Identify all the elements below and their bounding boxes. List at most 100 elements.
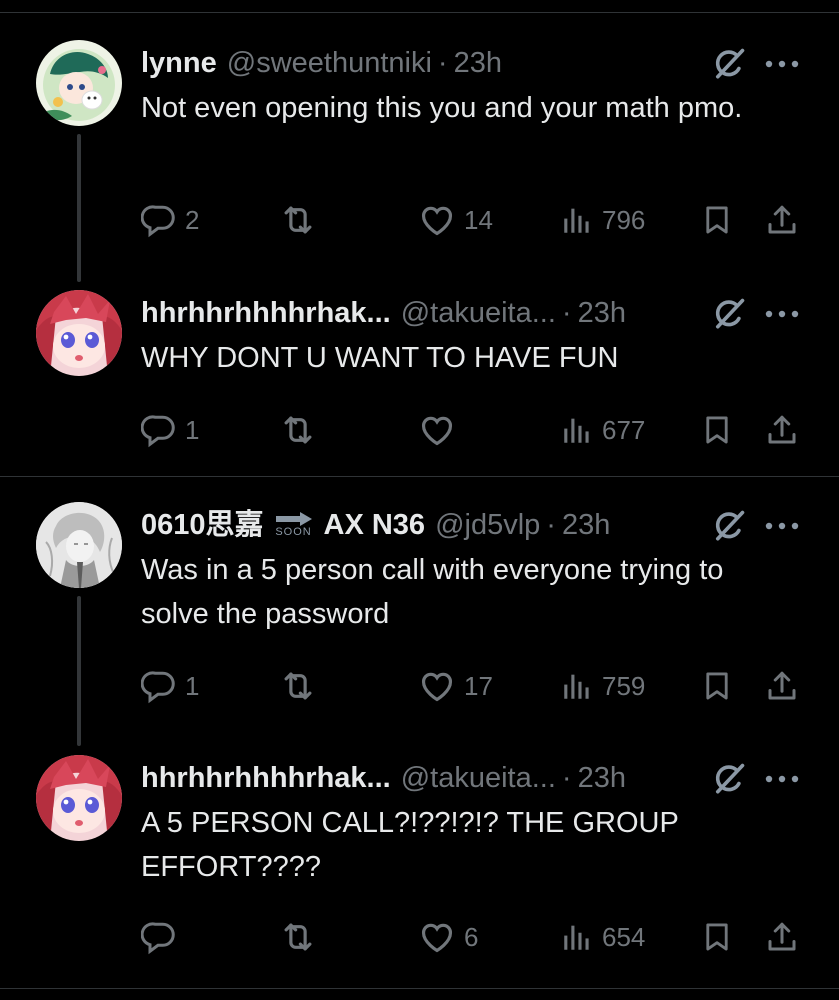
user-handle[interactable]: @sweethuntniki [227, 46, 432, 80]
separator-dot: · [561, 297, 572, 329]
grok-icon[interactable] [711, 508, 747, 544]
reply-button[interactable]: 1 [141, 410, 199, 450]
share-button[interactable] [764, 200, 800, 240]
share-icon [764, 202, 800, 238]
reply-icon [141, 668, 177, 704]
green-haired-character-avatar [36, 40, 122, 126]
like-count: 14 [464, 204, 493, 235]
post-time[interactable]: 23h [578, 296, 626, 330]
share-button[interactable] [764, 410, 800, 450]
more-options-icon[interactable] [765, 310, 799, 318]
avatar[interactable] [36, 290, 122, 376]
views-icon [560, 920, 594, 954]
post-header: 0610思嘉 SOON AX N36 @jd5vlp · 23h [141, 508, 610, 542]
views-icon [560, 413, 594, 447]
bookmark-button[interactable] [700, 666, 734, 706]
reply-count: 2 [185, 204, 200, 235]
repost-button[interactable] [279, 410, 325, 450]
display-name[interactable]: hhrhhrhhhhrhak... [141, 761, 391, 795]
reply-icon [141, 412, 177, 448]
separator-dot: · [561, 762, 572, 794]
reply-button[interactable]: 2 [141, 200, 199, 240]
share-button[interactable] [764, 917, 800, 957]
post-header: lynne @sweethuntniki · 23h [141, 46, 502, 80]
bookmark-button[interactable] [700, 200, 734, 240]
grok-icon[interactable] [711, 46, 747, 82]
like-button[interactable] [418, 410, 464, 450]
display-name-part-2[interactable]: AX N36 [324, 508, 426, 542]
reply-button[interactable] [141, 917, 185, 957]
heart-icon [418, 667, 456, 705]
display-name[interactable]: lynne [141, 46, 217, 80]
reply-button[interactable]: 1 [141, 666, 199, 706]
thread-divider [0, 476, 839, 477]
post-text: Was in a 5 person call with everyone try… [141, 554, 724, 630]
user-handle[interactable]: @jd5vlp [435, 508, 540, 542]
separator-dot: · [546, 509, 556, 541]
top-divider [0, 12, 839, 13]
grok-icon[interactable] [711, 296, 747, 332]
views-icon [560, 203, 594, 237]
views-button[interactable]: 796 [560, 200, 645, 240]
repost-icon [279, 201, 317, 239]
more-options-icon[interactable] [765, 522, 799, 530]
repost-icon [279, 918, 317, 956]
repost-button[interactable] [279, 200, 325, 240]
avatar[interactable] [36, 755, 122, 841]
repost-button[interactable] [279, 917, 325, 957]
heart-icon [418, 411, 456, 449]
post-text: A 5 PERSON CALL?!??!?!? THE GROUP EFFORT… [141, 807, 679, 883]
avatar[interactable] [36, 502, 122, 588]
view-count: 654 [602, 921, 646, 952]
repost-button[interactable] [279, 666, 325, 706]
share-icon [764, 668, 800, 704]
views-button[interactable]: 654 [560, 917, 645, 957]
avatar[interactable] [36, 40, 122, 126]
share-icon [764, 412, 800, 448]
more-options-icon[interactable] [765, 60, 799, 68]
heart-icon [418, 201, 456, 239]
repost-icon [279, 667, 317, 705]
heart-icon [418, 918, 456, 956]
more-options-icon[interactable] [765, 775, 799, 783]
view-count: 759 [602, 670, 646, 701]
red-haired-anime-girl-avatar [36, 755, 122, 841]
post-time[interactable]: 23h [562, 508, 610, 542]
views-button[interactable]: 759 [560, 666, 645, 706]
action-bar: 1 677 [0, 410, 839, 450]
view-count: 796 [602, 204, 646, 235]
grok-icon[interactable] [711, 761, 747, 797]
post-text: WHY DONT U WANT TO HAVE FUN [141, 342, 619, 374]
display-name-part-1[interactable]: 0610思嘉 [141, 508, 264, 542]
like-button[interactable]: 14 [418, 200, 493, 240]
bookmark-icon [700, 920, 734, 954]
user-handle[interactable]: @takueita... [401, 296, 556, 330]
bookmark-button[interactable] [700, 410, 734, 450]
like-button[interactable]: 6 [418, 917, 478, 957]
post-time[interactable]: 23h [454, 46, 502, 80]
display-name[interactable]: hhrhhrhhhhrhak... [141, 296, 391, 330]
views-icon [560, 669, 594, 703]
views-button[interactable]: 677 [560, 410, 645, 450]
repost-icon [279, 411, 317, 449]
like-count: 6 [464, 921, 479, 952]
soon-label: SOON [275, 526, 312, 538]
arrow-right-icon [275, 512, 312, 526]
like-count: 17 [464, 670, 493, 701]
post-time[interactable]: 23h [578, 761, 626, 795]
like-button[interactable]: 17 [418, 666, 493, 706]
separator-dot: · [437, 47, 448, 79]
post-header: hhrhhrhhhhrhak... @takueita... · 23h [141, 761, 626, 795]
post-text: Not even opening this you and your math … [141, 92, 743, 124]
red-haired-anime-girl-avatar [36, 290, 122, 376]
user-handle[interactable]: @takueita... [401, 761, 556, 795]
bookmark-button[interactable] [700, 917, 734, 957]
reply-icon [141, 202, 177, 238]
action-bar: 2 14 796 [0, 200, 839, 240]
reply-count: 1 [185, 670, 200, 701]
grayscale-sketch-avatar [36, 502, 122, 588]
share-button[interactable] [764, 666, 800, 706]
post-header: hhrhhrhhhhrhak... @takueita... · 23h [141, 296, 626, 330]
action-bar: 6 654 [0, 917, 839, 957]
soon-badge: SOON [274, 512, 314, 538]
